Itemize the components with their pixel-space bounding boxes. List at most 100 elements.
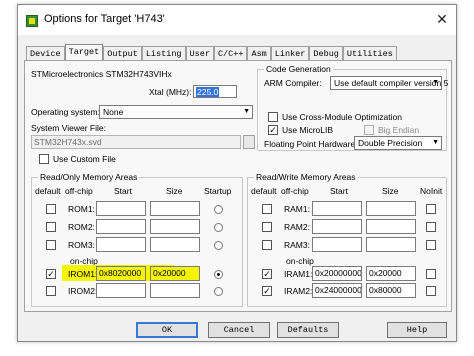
- iram2-default-checkbox[interactable]: ✓: [262, 286, 272, 296]
- irom1-size-input[interactable]: 0x20000: [150, 266, 200, 281]
- irom2-size-input[interactable]: [150, 283, 200, 298]
- svf-browse-button[interactable]: [243, 135, 255, 149]
- microlib-checkbox[interactable]: ✓: [268, 125, 278, 135]
- rom-header-size: Size: [166, 186, 183, 196]
- rom1-default-checkbox[interactable]: [46, 204, 56, 214]
- ram-header-size: Size: [382, 186, 399, 196]
- ram3-size-input[interactable]: [366, 237, 416, 252]
- arm-compiler-select[interactable]: Use default compiler version 5 ▼: [330, 76, 448, 90]
- rom2-start-input[interactable]: [96, 219, 146, 234]
- tab-listing[interactable]: Listing: [141, 46, 186, 60]
- iram2-noinit-checkbox[interactable]: [426, 286, 436, 296]
- ram-onchip-label: on-chip: [286, 256, 314, 266]
- code-generation-group: Code Generation ARM Compiler: Use defaul…: [257, 64, 448, 151]
- svf-input[interactable]: STM32H743x.svd: [31, 135, 241, 149]
- os-select-value: None: [103, 107, 124, 117]
- cancel-button[interactable]: Cancel: [208, 322, 270, 338]
- iram1-noinit-checkbox[interactable]: [426, 269, 436, 279]
- tab-asm[interactable]: Asm: [247, 46, 271, 60]
- ram-header-default: default: [251, 186, 277, 196]
- rom3-size-input[interactable]: [150, 237, 200, 252]
- use-custom-file-label: Use Custom File: [53, 154, 116, 164]
- ram2-start-input[interactable]: [312, 219, 362, 234]
- use-custom-file-checkbox[interactable]: [39, 154, 49, 164]
- rom3-startup-radio[interactable]: [214, 241, 223, 250]
- iram1-label: IRAM1:: [284, 269, 313, 279]
- irom1-default-checkbox[interactable]: ✓: [46, 269, 56, 279]
- rom2-startup-radio[interactable]: [214, 223, 223, 232]
- irom2-default-checkbox[interactable]: [46, 286, 56, 296]
- irom1-label: IROM1:: [68, 269, 98, 279]
- tab-c-cpp[interactable]: C/C++: [213, 46, 248, 60]
- tab-utilities[interactable]: Utilities: [342, 46, 397, 60]
- ram-header-offchip: off-chip: [281, 186, 309, 196]
- rom2-default-checkbox[interactable]: [46, 222, 56, 232]
- tab-device[interactable]: Device: [26, 46, 65, 60]
- keil-app-icon: [26, 15, 38, 27]
- rom-header-default: default: [35, 186, 61, 196]
- xtal-input[interactable]: 225.0: [193, 85, 237, 98]
- tab-user[interactable]: User: [185, 46, 214, 60]
- tab-strip: Device Target Output Listing User C/C++ …: [26, 44, 397, 60]
- os-select[interactable]: None ▼: [99, 105, 253, 119]
- rom1-size-input[interactable]: [150, 201, 200, 216]
- ram3-start-input[interactable]: [312, 237, 362, 252]
- tab-target[interactable]: Target: [64, 44, 104, 60]
- big-endian-checkbox[interactable]: [364, 125, 374, 135]
- chevron-down-icon: ▼: [432, 79, 439, 86]
- rom3-default-checkbox[interactable]: [46, 240, 56, 250]
- ram3-default-checkbox[interactable]: [262, 240, 272, 250]
- rom3-start-input[interactable]: [96, 237, 146, 252]
- fph-label: Floating Point Hardware:: [264, 139, 358, 149]
- microlib-label: Use MicroLIB: [282, 125, 334, 135]
- irom2-start-input[interactable]: [96, 283, 146, 298]
- fph-select[interactable]: Double Precision ▼: [354, 136, 442, 150]
- svf-label: System Viewer File:: [31, 123, 106, 133]
- iram2-start-input[interactable]: 0x24000000: [312, 283, 362, 298]
- ram2-label: RAM2:: [284, 222, 310, 232]
- iram2-label: IRAM2:: [284, 286, 313, 296]
- target-tab-panel: STMicroelectronics STM32H743VIHx Xtal (M…: [24, 60, 452, 312]
- ram1-start-input[interactable]: [312, 201, 362, 216]
- rom1-startup-radio[interactable]: [214, 205, 223, 214]
- ram1-size-input[interactable]: [366, 201, 416, 216]
- tab-debug[interactable]: Debug: [309, 46, 343, 60]
- rom2-size-input[interactable]: [150, 219, 200, 234]
- help-button[interactable]: Help: [387, 322, 447, 338]
- irom2-label: IROM2:: [68, 286, 98, 296]
- rom2-label: ROM2:: [68, 222, 95, 232]
- irom1-start-input[interactable]: 0x8020000: [96, 266, 146, 281]
- options-dialog: Options for Target 'H743' ✕ Device Targe…: [17, 4, 457, 342]
- iram1-size-input[interactable]: 0x20000: [366, 266, 416, 281]
- ram2-noinit-checkbox[interactable]: [426, 222, 436, 232]
- rom1-start-input[interactable]: [96, 201, 146, 216]
- title-bar: Options for Target 'H743' ✕: [18, 5, 456, 35]
- rom-group: Read/Only Memory Areas default off-chip …: [31, 172, 243, 307]
- ram1-default-checkbox[interactable]: [262, 204, 272, 214]
- big-endian-label: Big Endian: [378, 125, 420, 135]
- tab-linker[interactable]: Linker: [270, 46, 310, 60]
- iram1-start-input[interactable]: 0x20000000: [312, 266, 362, 281]
- irom2-startup-radio[interactable]: [214, 287, 223, 296]
- chevron-down-icon: ▼: [432, 139, 439, 146]
- ram3-noinit-checkbox[interactable]: [426, 240, 436, 250]
- cross-module-checkbox[interactable]: [268, 112, 278, 122]
- ram2-size-input[interactable]: [366, 219, 416, 234]
- close-button[interactable]: ✕: [434, 12, 450, 28]
- ok-button[interactable]: OK: [136, 322, 198, 338]
- ram1-noinit-checkbox[interactable]: [426, 204, 436, 214]
- iram1-default-checkbox[interactable]: ✓: [262, 269, 272, 279]
- rom-header-start: Start: [114, 186, 132, 196]
- rom-group-title: Read/Only Memory Areas: [38, 172, 140, 182]
- tab-output[interactable]: Output: [103, 46, 142, 60]
- ram2-default-checkbox[interactable]: [262, 222, 272, 232]
- ram3-label: RAM3:: [284, 240, 310, 250]
- defaults-button[interactable]: Defaults: [277, 322, 339, 338]
- cross-module-label: Use Cross-Module Optimization: [282, 112, 402, 122]
- os-label: Operating system:: [31, 107, 100, 117]
- irom1-startup-radio[interactable]: [214, 270, 223, 279]
- window-title: Options for Target 'H743': [44, 13, 165, 25]
- rom-header-startup: Startup: [204, 186, 232, 196]
- iram2-size-input[interactable]: 0x80000: [366, 283, 416, 298]
- arm-compiler-label: ARM Compiler:: [264, 78, 322, 88]
